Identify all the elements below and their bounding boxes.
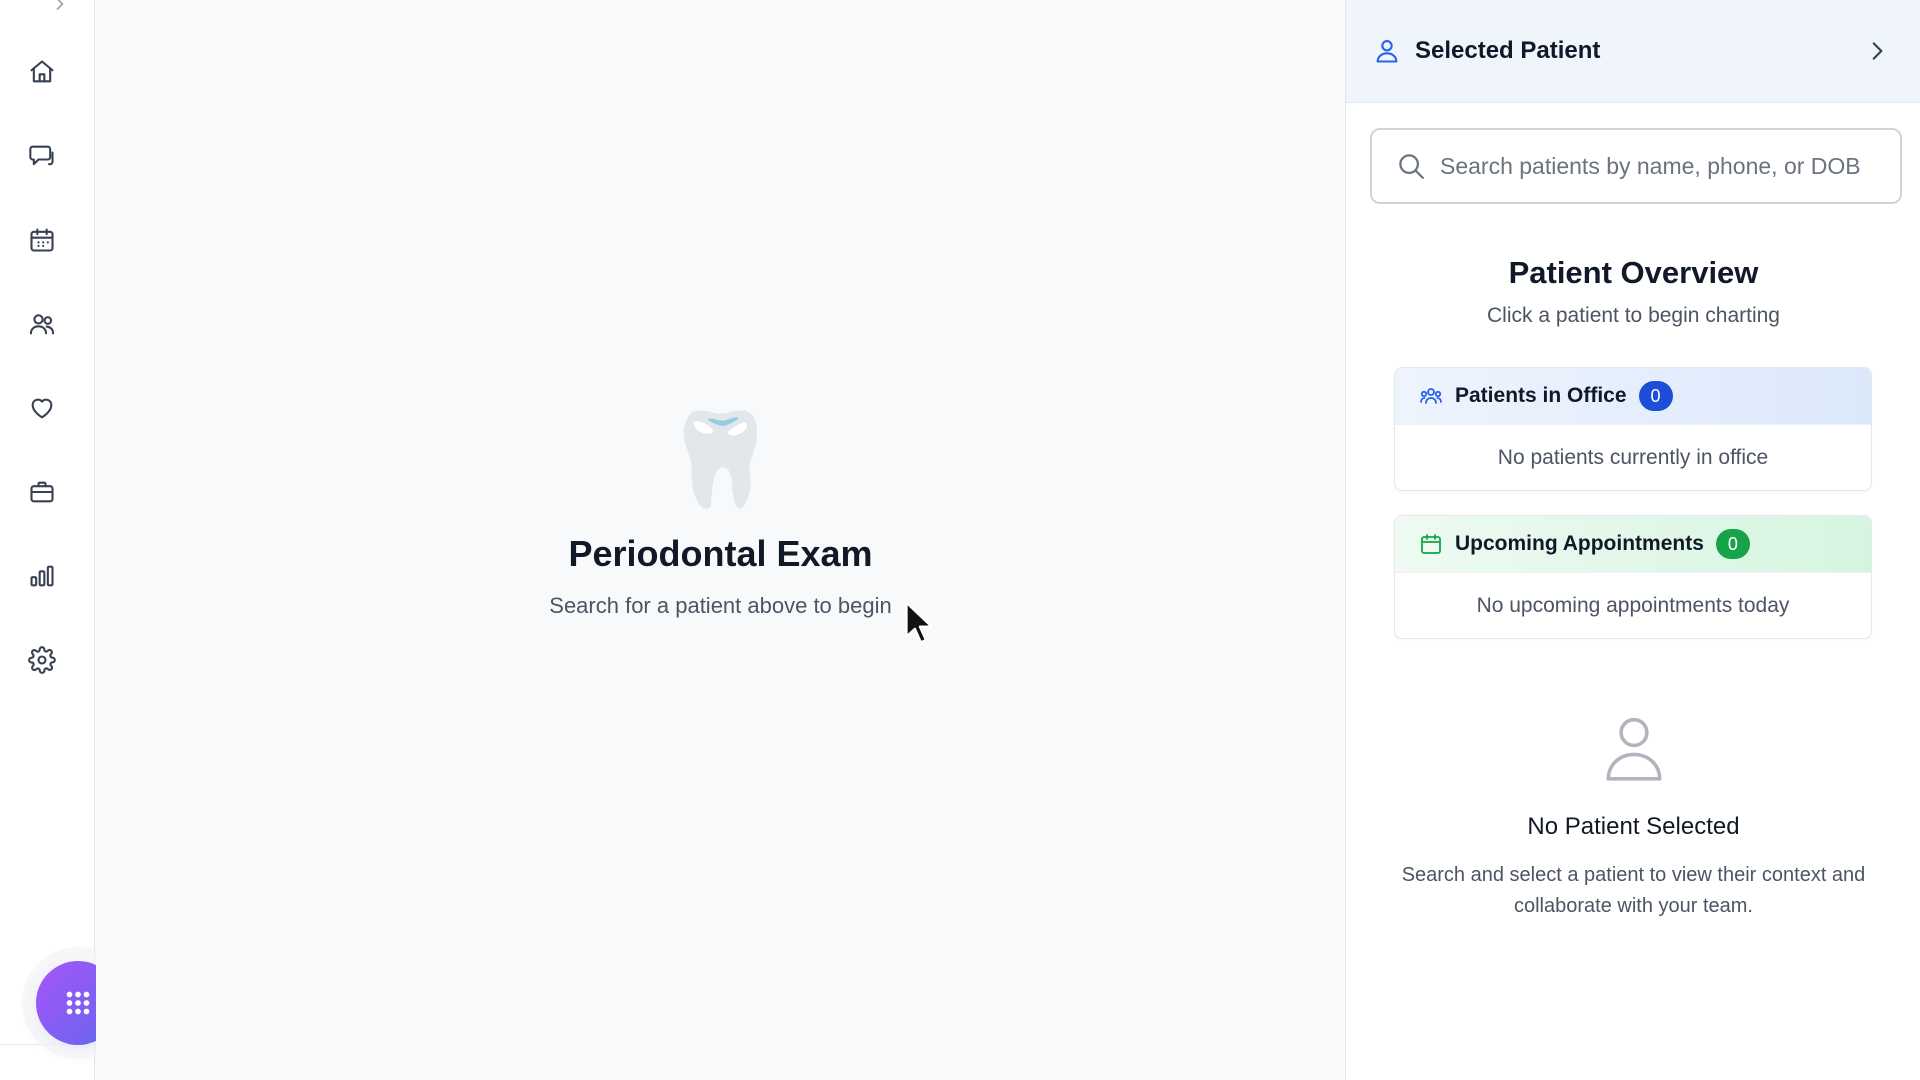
panel-header: Selected Patient <box>1346 0 1920 103</box>
selected-patient-panel: Selected Patient Patient Overview Click … <box>1345 0 1920 1080</box>
main-content: 🦷 Periodontal Exam Search for a patient … <box>96 0 1345 1080</box>
empty-state: 🦷 Periodontal Exam Search for a patient … <box>96 405 1345 619</box>
sidebar-item-messages[interactable] <box>24 138 60 174</box>
apps-grid-icon <box>66 991 90 1015</box>
calendar-icon <box>30 228 54 252</box>
patients-in-office-card: Patients in Office 0 No patients current… <box>1394 367 1872 491</box>
page-title: Periodontal Exam <box>568 533 873 574</box>
heart-icon <box>31 398 53 419</box>
chevron-right-icon[interactable] <box>1864 38 1890 64</box>
chevron-right-icon[interactable] <box>50 0 70 14</box>
upcoming-appointments-label: Upcoming Appointments <box>1455 532 1704 555</box>
mouse-cursor-icon <box>905 601 934 644</box>
no-patient-description: Search and select a patient to view thei… <box>1401 864 1866 917</box>
upcoming-appointments-card: Upcoming Appointments 0 No upcoming appo… <box>1394 515 1872 639</box>
overview-title: Patient Overview <box>1508 255 1759 290</box>
calendar-icon <box>1421 534 1441 554</box>
sidebar-item-settings[interactable] <box>24 642 60 678</box>
count-badge: 0 <box>1638 381 1673 411</box>
user-icon <box>1376 40 1398 63</box>
sidebar-item-patients[interactable] <box>24 306 60 342</box>
count-badge: 0 <box>1715 529 1750 559</box>
empty-state-subtitle: Search for a patient above to begin <box>549 593 892 618</box>
patient-search-input[interactable] <box>1440 152 1900 180</box>
overview-subtitle: Click a patient to begin charting <box>1486 304 1780 327</box>
gear-icon <box>28 646 56 674</box>
sidebar <box>0 0 95 1080</box>
users-icon <box>29 314 55 335</box>
sidebar-item-home[interactable] <box>24 54 60 90</box>
sidebar-item-health[interactable] <box>24 390 60 426</box>
tooth-emoji: 🦷 <box>663 409 778 511</box>
patients-in-office-empty: No patients currently in office <box>1395 424 1871 490</box>
upcoming-appointments-header[interactable]: Upcoming Appointments 0 <box>1395 516 1871 572</box>
sidebar-item-business[interactable] <box>24 474 60 510</box>
home-icon <box>30 60 54 83</box>
user-placeholder-icon <box>1606 717 1662 781</box>
users-icon <box>1420 388 1442 404</box>
panel-title: Selected Patient <box>1415 37 1601 64</box>
no-patient-title: No Patient Selected <box>1527 813 1740 840</box>
briefcase-icon <box>30 481 54 503</box>
patient-search <box>1370 128 1902 204</box>
sidebar-item-calendar[interactable] <box>24 222 60 258</box>
bar-chart-icon <box>30 565 54 587</box>
patients-in-office-header[interactable]: Patients in Office 0 <box>1395 368 1871 424</box>
chat-icon <box>29 145 54 166</box>
upcoming-appointments-empty: No upcoming appointments today <box>1395 572 1871 638</box>
search-icon <box>1399 154 1424 179</box>
patients-in-office-label: Patients in Office <box>1455 384 1627 407</box>
sidebar-item-reports[interactable] <box>24 558 60 594</box>
